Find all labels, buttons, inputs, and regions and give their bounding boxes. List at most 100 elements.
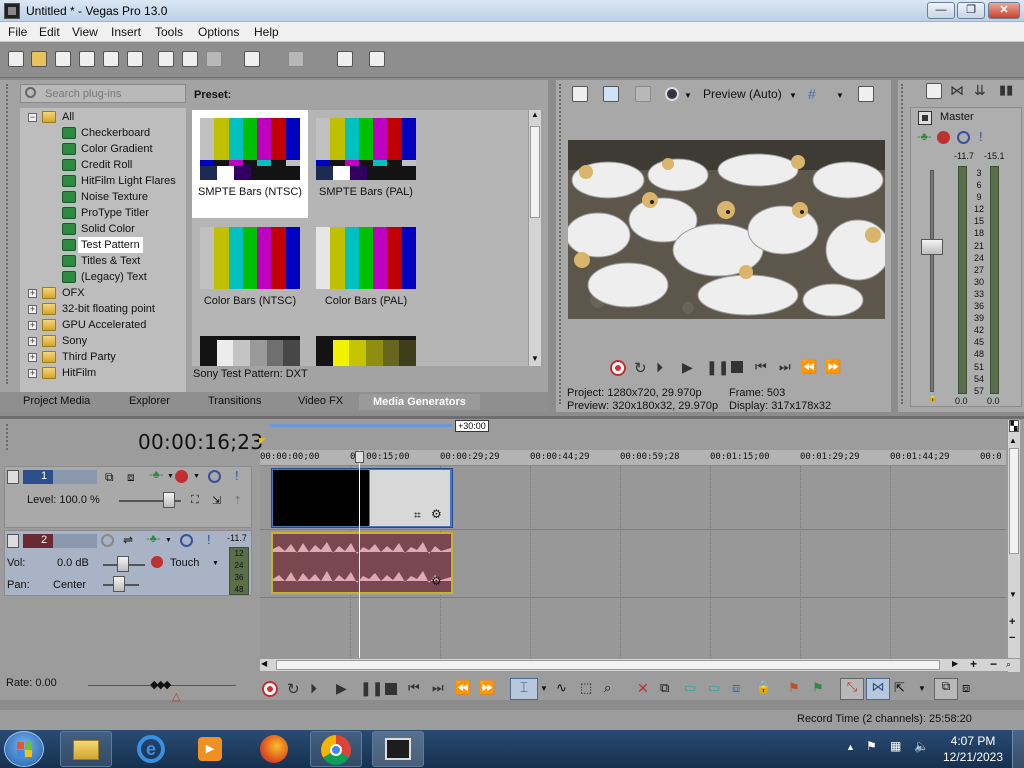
splitter[interactable] bbox=[0, 416, 1024, 419]
lock-event-icon[interactable]: 🔒 bbox=[756, 680, 771, 694]
vol-slider-knob[interactable] bbox=[117, 556, 129, 572]
edit-tool-dropdown-icon[interactable]: ▼ bbox=[540, 684, 548, 693]
tab-explorer[interactable]: Explorer bbox=[129, 395, 170, 407]
automation-mode[interactable]: Touch bbox=[170, 557, 199, 569]
expand-icon[interactable]: + bbox=[28, 305, 37, 314]
playhead-cursor[interactable] bbox=[359, 450, 360, 658]
panel-grip[interactable] bbox=[6, 424, 10, 450]
timeline-play-icon[interactable]: ▶ bbox=[336, 680, 347, 697]
preset-label-smpte-ntsc[interactable]: SMPTE Bars (NTSC) bbox=[196, 186, 304, 198]
redo-icon[interactable] bbox=[288, 51, 304, 67]
dim-output-icon[interactable]: ⇊ bbox=[974, 82, 986, 99]
track-fx-icon[interactable] bbox=[175, 470, 188, 483]
clock-time[interactable]: 4:07 PM bbox=[938, 734, 1008, 748]
action-center-icon[interactable]: ⚑ bbox=[866, 739, 877, 753]
tree-folder[interactable]: Third Party bbox=[62, 349, 116, 365]
event-pan-crop-icon[interactable]: ⌗ bbox=[414, 508, 421, 523]
tree-item[interactable]: Solid Color bbox=[81, 221, 135, 237]
preset-label-smpte-pal[interactable]: SMPTE Bars (PAL) bbox=[312, 186, 420, 198]
track-motion-icon[interactable]: ⛶ bbox=[191, 494, 199, 507]
close-button[interactable]: ✕ bbox=[988, 2, 1020, 19]
track-fx-chain-icon[interactable]: -♣- bbox=[146, 533, 161, 545]
mute-icon[interactable] bbox=[957, 131, 970, 144]
search-input[interactable]: Search plug-ins bbox=[20, 84, 186, 103]
whats-this-icon[interactable] bbox=[369, 51, 385, 67]
expand-icon[interactable]: + bbox=[28, 369, 37, 378]
tab-media-generators[interactable]: Media Generators bbox=[359, 394, 480, 410]
ignore-grouping-icon[interactable]: ⧈ bbox=[962, 680, 970, 696]
preset-scrollbar[interactable]: ▲ ▼ bbox=[528, 110, 541, 366]
marker-flag-icon[interactable] bbox=[259, 438, 266, 445]
maximize-button[interactable]: ❐ bbox=[957, 2, 985, 19]
insert-marker-icon[interactable]: ⚑ bbox=[788, 680, 800, 696]
yellow-ramp-thumbnail[interactable] bbox=[316, 336, 416, 366]
timeline-ruler[interactable]: 00:00:00;00 00:00:15;00 00:00:29;29 00:0… bbox=[260, 450, 1006, 466]
solo-icon[interactable]: ǃ bbox=[979, 129, 983, 144]
show-hidden-icons[interactable]: ▲ bbox=[846, 742, 855, 752]
normal-edit-tool[interactable]: ⌶ bbox=[510, 678, 538, 700]
tree-folder[interactable]: 32-bit floating point bbox=[62, 301, 155, 317]
preview-fx-icon[interactable] bbox=[635, 86, 651, 102]
zoom-tool-icon[interactable]: ⌕ bbox=[604, 680, 611, 696]
split-screen-icon[interactable] bbox=[665, 87, 679, 101]
copy-snapshot-icon[interactable] bbox=[858, 86, 874, 102]
collapse-icon[interactable]: − bbox=[28, 113, 37, 122]
loop-region-bar[interactable] bbox=[270, 424, 452, 427]
undo-icon[interactable] bbox=[244, 51, 260, 67]
timeline-stop-icon[interactable] bbox=[385, 683, 397, 695]
selection-tool-icon[interactable]: ⬚ bbox=[580, 680, 592, 696]
enable-snapping-icon[interactable] bbox=[337, 51, 353, 67]
tree-item[interactable]: Color Gradient bbox=[81, 141, 153, 157]
mixer-properties-icon[interactable] bbox=[926, 83, 942, 99]
taskbar-chrome[interactable] bbox=[310, 731, 362, 767]
properties-icon[interactable] bbox=[127, 51, 143, 67]
external-monitor-icon[interactable] bbox=[603, 86, 619, 102]
snapping-dropdown-icon[interactable]: ▼ bbox=[918, 684, 926, 693]
dropdown-icon[interactable]: ▼ bbox=[193, 473, 200, 480]
go-to-end-icon[interactable]: ⏭ bbox=[779, 359, 791, 375]
cut-icon[interactable] bbox=[158, 51, 174, 67]
timeline-record-button[interactable] bbox=[262, 681, 278, 697]
new-project-icon[interactable] bbox=[8, 51, 24, 67]
taskbar-explorer[interactable] bbox=[60, 731, 112, 767]
trim-end-icon[interactable]: ▭ bbox=[708, 680, 720, 696]
overlays-grid-icon[interactable]: # bbox=[808, 86, 816, 102]
taskbar-firefox[interactable] bbox=[248, 731, 300, 767]
volume-icon[interactable]: 🔈 bbox=[914, 739, 929, 753]
arm-record-icon[interactable] bbox=[101, 534, 114, 547]
envelope-tool-icon[interactable]: ∿ bbox=[556, 680, 567, 696]
expand-icon[interactable]: + bbox=[28, 289, 37, 298]
minimize-track-icon[interactable] bbox=[7, 534, 19, 548]
taskbar-media-player[interactable]: ▶ bbox=[184, 731, 236, 767]
menu-insert[interactable]: Insert bbox=[111, 25, 141, 39]
invert-phase-icon[interactable]: ⇌ bbox=[123, 533, 133, 547]
tree-folder[interactable]: OFX bbox=[62, 285, 85, 301]
plugin-tree[interactable]: − All Checkerboard Color Gradient Credit… bbox=[20, 108, 186, 392]
parent-composite-icon[interactable]: ⧈ bbox=[127, 470, 135, 485]
tree-item[interactable]: Titles & Text bbox=[81, 253, 140, 269]
save-icon[interactable] bbox=[55, 51, 71, 67]
solo-track-icon[interactable]: ǃ bbox=[207, 532, 211, 547]
tree-item[interactable]: Noise Texture bbox=[81, 189, 148, 205]
dropdown-icon[interactable]: ▼ bbox=[684, 91, 692, 100]
compositing-mode-icon[interactable]: ⧉ bbox=[105, 470, 114, 485]
play-from-start-icon[interactable]: ⏵ bbox=[656, 359, 663, 376]
level-slider-knob[interactable] bbox=[163, 492, 175, 508]
audio-event[interactable] bbox=[271, 532, 453, 594]
track-name-field[interactable] bbox=[53, 534, 97, 548]
expand-keyframes-icon[interactable]: ⇲ bbox=[212, 494, 221, 507]
insert-region-icon[interactable]: ⚑ bbox=[812, 680, 824, 696]
open-folder-icon[interactable] bbox=[31, 51, 47, 67]
timeline-loop-icon[interactable]: ↻ bbox=[287, 680, 300, 698]
track-name-field[interactable] bbox=[53, 470, 97, 484]
composite-child-icon[interactable]: ⇡ bbox=[233, 494, 242, 507]
track-fx-chain-icon[interactable]: -♣- bbox=[149, 469, 164, 481]
tree-item-all[interactable]: All bbox=[62, 109, 74, 125]
panel-grip[interactable] bbox=[901, 84, 905, 404]
automation-icon[interactable] bbox=[151, 556, 163, 568]
tab-project-media[interactable]: Project Media bbox=[23, 395, 90, 407]
show-desktop-button[interactable] bbox=[1012, 730, 1024, 768]
tree-item-selected[interactable]: Test Pattern bbox=[78, 237, 143, 253]
preview-quality-select[interactable]: Preview (Auto) bbox=[703, 87, 782, 101]
tree-folder[interactable]: HitFilm bbox=[62, 365, 96, 381]
